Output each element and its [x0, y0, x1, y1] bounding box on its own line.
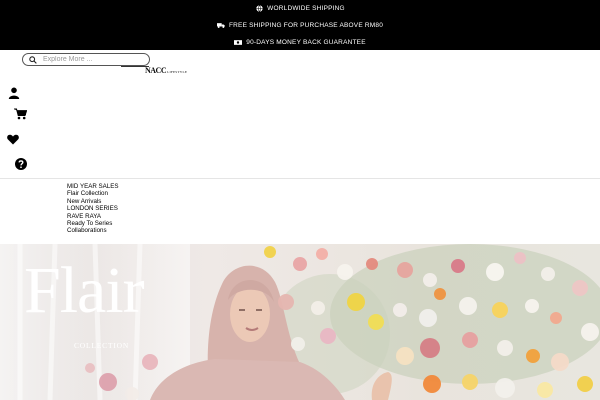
account-button[interactable] — [7, 86, 21, 100]
promo-item-free-shipping: FREE SHIPPING FOR PURCHASE ABOVE RM80 — [0, 21, 600, 29]
nav-item-london-series[interactable]: LONDON SERIES — [67, 205, 118, 212]
brand-logo[interactable]: NACC LIFESTYLE — [145, 66, 187, 75]
cart-icon — [13, 108, 27, 120]
search-input[interactable] — [43, 54, 143, 65]
nav-item-new-arrivals[interactable]: New Arrivals — [67, 198, 118, 205]
main-nav: MID YEAR SALES Flair Collection New Arri… — [67, 183, 118, 235]
nav-item-mid-year-sales[interactable]: MID YEAR SALES — [67, 183, 118, 190]
cart-button[interactable] — [13, 107, 27, 121]
hero-subtitle: COLLECTION — [74, 341, 130, 350]
search-icon[interactable] — [29, 51, 37, 69]
promo-bar: WORLDWIDE SHIPPING FREE SHIPPING FOR PUR… — [0, 0, 600, 50]
wishlist-button[interactable] — [6, 132, 20, 146]
truck-icon — [216, 21, 225, 29]
nav-item-flair-collection[interactable]: Flair Collection — [67, 190, 118, 197]
heart-icon — [7, 134, 19, 144]
promo-text: WORLDWIDE SHIPPING — [267, 4, 345, 12]
promo-item-money-back: 90-DAYS MONEY BACK GUARANTEE — [0, 38, 600, 46]
promo-text: 90-DAYS MONEY BACK GUARANTEE — [246, 38, 366, 46]
search-bar[interactable] — [22, 53, 150, 66]
user-icon — [8, 87, 20, 99]
promo-item-worldwide: WORLDWIDE SHIPPING — [0, 4, 600, 12]
nav-item-collaborations[interactable]: Collaborations — [67, 227, 118, 234]
hero-title: Flair — [24, 254, 145, 327]
nav-item-rave-raya[interactable]: RAVE RAYA — [67, 213, 118, 220]
help-icon — [15, 158, 27, 170]
logo-sub: LIFESTYLE — [167, 70, 188, 74]
promo-text: FREE SHIPPING FOR PURCHASE ABOVE RM80 — [228, 21, 384, 29]
header-divider — [0, 178, 600, 179]
money-icon — [234, 38, 243, 46]
nav-item-ready-to-series[interactable]: Ready To Series — [67, 220, 118, 227]
logo-main: NACC — [145, 66, 167, 75]
site-header — [0, 50, 600, 178]
globe-icon — [255, 4, 263, 12]
help-button[interactable] — [14, 157, 28, 171]
